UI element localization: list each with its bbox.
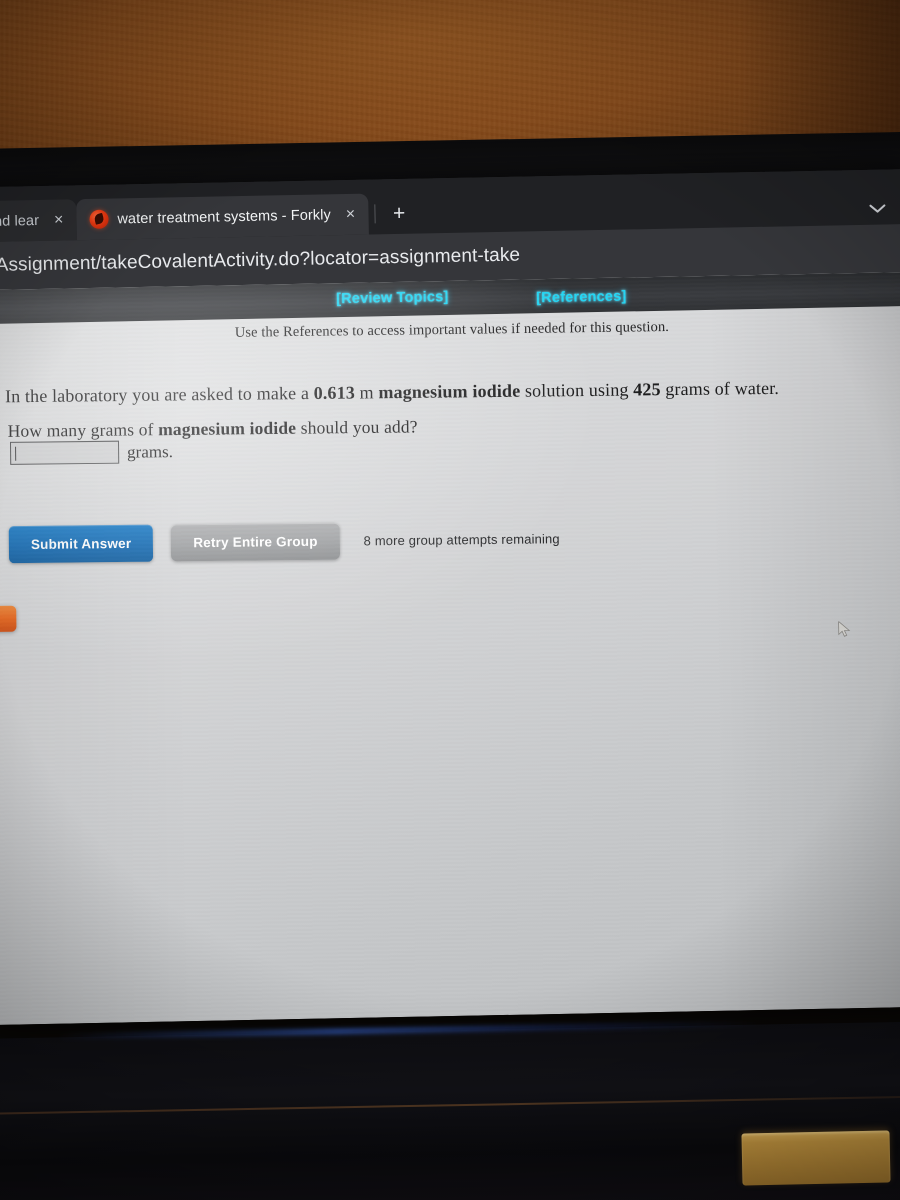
- tab-title: water treatment systems - Forkly: [117, 206, 332, 227]
- laptop-screen: g and lear × water treatment systems - F…: [0, 168, 900, 1026]
- question-end: grams of water.: [660, 377, 780, 400]
- question-prompt: How many grams of magnesium iodide shoul…: [8, 416, 418, 441]
- prompt-post: should you add?: [296, 416, 418, 438]
- text-caret: [15, 446, 17, 461]
- review-topics-link[interactable]: [Review Topics]: [336, 289, 449, 307]
- references-link[interactable]: [References]: [536, 288, 627, 306]
- answer-unit-label: grams.: [126, 441, 173, 462]
- browser-tab-inactive[interactable]: g and lear ×: [0, 199, 77, 243]
- photo-scene: g and lear × water treatment systems - F…: [0, 0, 900, 1200]
- orange-side-button[interactable]: [0, 605, 17, 633]
- tab-separator: [373, 204, 376, 224]
- question-post: solution using: [520, 379, 634, 401]
- retry-entire-group-button[interactable]: Retry Entire Group: [171, 522, 340, 562]
- question-pre: In the laboratory you are asked to make …: [4, 382, 314, 407]
- forkly-favicon-icon: [89, 209, 109, 229]
- chevron-down-icon[interactable]: [866, 197, 888, 219]
- close-icon[interactable]: ×: [54, 211, 64, 228]
- page-content: [Review Topics] [References] Use the Ref…: [0, 271, 900, 1026]
- tab-title: g and lear: [0, 212, 40, 230]
- question-statement: In the laboratory you are asked to make …: [5, 378, 779, 407]
- attempts-remaining-text: 8 more group attempts remaining: [363, 531, 560, 549]
- base-seam: [0, 1094, 900, 1116]
- mouse-cursor-icon: [838, 620, 852, 637]
- prompt-pre: How many grams of: [7, 419, 159, 441]
- question-mid: m: [354, 382, 379, 403]
- action-buttons: Submit Answer Retry Entire Group 8 more …: [8, 520, 560, 564]
- answer-row: grams.: [9, 440, 173, 465]
- close-icon[interactable]: ×: [346, 205, 356, 222]
- instruction-text: Use the References to access important v…: [234, 318, 670, 341]
- answer-input[interactable]: [9, 440, 120, 465]
- browser-window: g and lear × water treatment systems - F…: [0, 168, 900, 1026]
- gold-object: [741, 1130, 891, 1186]
- prompt-compound: magnesium iodide: [158, 417, 297, 440]
- new-tab-button[interactable]: +: [386, 200, 413, 227]
- browser-tab-active[interactable]: water treatment systems - Forkly ×: [75, 193, 369, 241]
- screen-glow: [58, 1020, 759, 1040]
- water-grams-value: 425: [633, 379, 661, 400]
- submit-answer-button[interactable]: Submit Answer: [8, 524, 154, 564]
- compound-name: magnesium iodide: [378, 380, 521, 403]
- molality-value: 0.613: [313, 382, 356, 403]
